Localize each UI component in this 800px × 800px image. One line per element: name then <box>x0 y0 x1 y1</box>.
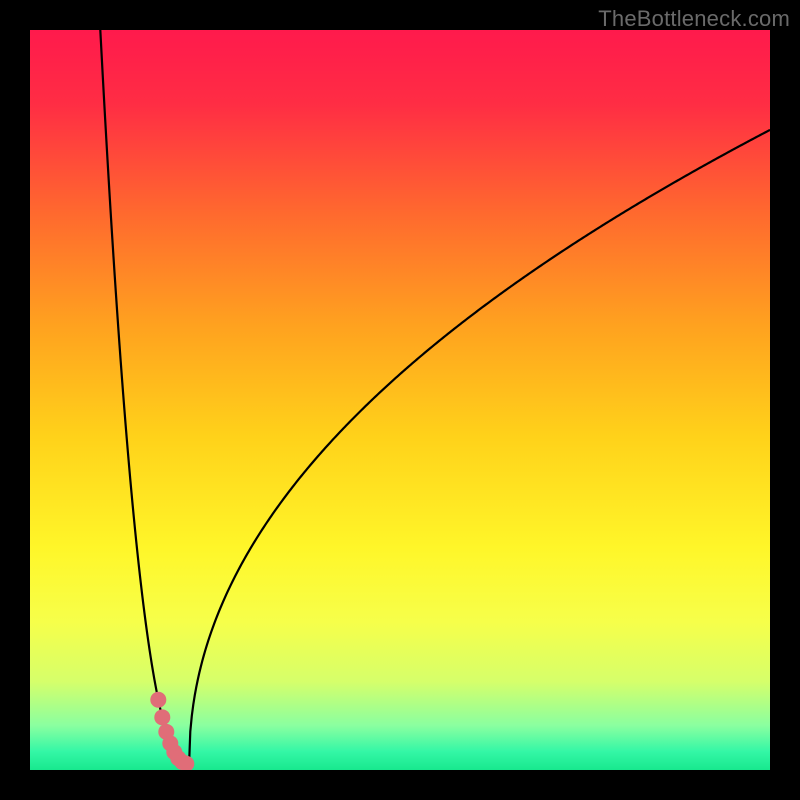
watermark-text: TheBottleneck.com <box>598 6 790 32</box>
curve-marker <box>150 692 166 708</box>
chart-frame: TheBottleneck.com <box>0 0 800 800</box>
curve-marker <box>154 709 170 725</box>
background-gradient <box>30 30 770 770</box>
plot-area <box>30 30 770 770</box>
chart-svg <box>30 30 770 770</box>
